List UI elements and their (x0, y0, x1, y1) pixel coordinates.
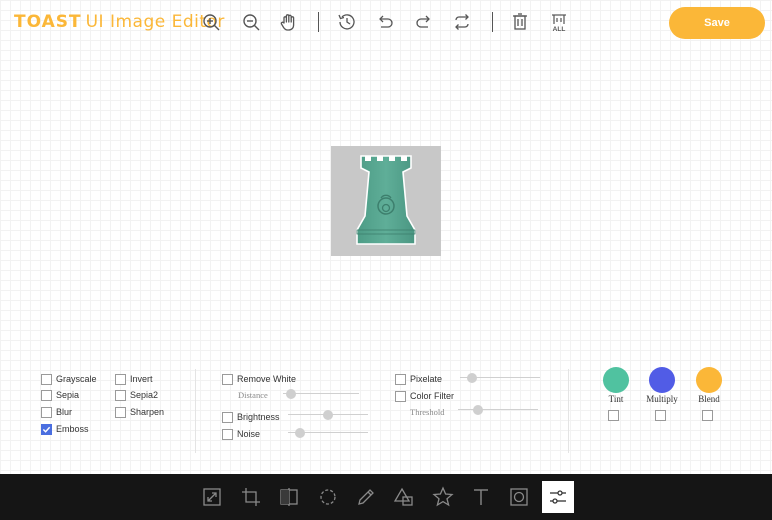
brightness-checkbox[interactable] (222, 411, 233, 423)
svg-text:ALL: ALL (553, 26, 566, 33)
blend-label: Blend (698, 394, 720, 404)
noise-slider[interactable] (288, 428, 368, 438)
slider-handle[interactable] (323, 410, 333, 420)
filter-grayscale[interactable]: Grayscale (41, 372, 97, 386)
slider-track (458, 409, 538, 410)
filter-brightness[interactable]: Brightness (222, 410, 280, 424)
filter-emboss[interactable]: Emboss (41, 422, 89, 436)
sharpen-label: Sharpen (130, 407, 165, 417)
distance-label: Distance (238, 390, 268, 400)
threshold-label: Threshold (410, 407, 445, 417)
pixelate-checkbox[interactable] (395, 373, 406, 385)
emboss-checkbox[interactable] (41, 423, 52, 435)
filter-sepia2[interactable]: Sepia2 (115, 388, 158, 402)
bottom-toolbar (0, 474, 772, 520)
blend-color-swatch[interactable] (696, 367, 722, 393)
hand-icon[interactable] (278, 11, 300, 33)
threshold-slider[interactable] (458, 405, 538, 415)
slider-handle[interactable] (295, 428, 305, 438)
app-logo: TOAST UI Image Editor (14, 12, 225, 32)
top-toolbar: TOAST UI Image Editor ALL Save (0, 0, 772, 46)
save-button[interactable]: Save (669, 7, 765, 39)
zoom-out-icon[interactable] (240, 11, 262, 33)
slider-handle[interactable] (473, 405, 483, 415)
crop-icon[interactable] (238, 484, 264, 510)
panel-divider (568, 369, 569, 453)
invert-checkbox[interactable] (115, 373, 126, 385)
toolbar-divider (318, 12, 319, 32)
filter-blur[interactable]: Blur (41, 405, 72, 419)
shape-icon[interactable] (391, 484, 417, 510)
text-icon[interactable] (468, 484, 494, 510)
slider-handle[interactable] (285, 389, 296, 399)
pixelate-slider[interactable] (460, 373, 540, 383)
rotate-icon[interactable] (315, 484, 341, 510)
slider-handle[interactable] (467, 373, 477, 383)
redo-icon[interactable] (413, 11, 435, 33)
canvas-image[interactable] (331, 146, 441, 256)
noise-label: Noise (237, 429, 261, 439)
logo-brand: TOAST (14, 12, 82, 32)
sepia-label: Sepia (56, 390, 80, 400)
reset-icon[interactable] (451, 11, 473, 33)
remove-white-checkbox[interactable] (222, 373, 233, 385)
filter-sepia[interactable]: Sepia (41, 388, 79, 402)
delete-icon[interactable] (509, 11, 531, 33)
distance-slider[interactable] (283, 389, 359, 399)
filter-remove-white[interactable]: Remove White (222, 372, 296, 386)
filter-icon[interactable] (542, 481, 574, 513)
grayscale-checkbox[interactable] (41, 373, 52, 385)
remove-white-label: Remove White (237, 374, 297, 384)
color-filter-checkbox[interactable] (395, 390, 406, 402)
zoom-in-icon[interactable] (200, 11, 222, 33)
draw-icon[interactable] (353, 484, 379, 510)
filter-sharpen[interactable]: Sharpen (115, 405, 164, 419)
brightness-label: Brightness (237, 412, 280, 422)
sharpen-checkbox[interactable] (115, 406, 126, 418)
noise-checkbox[interactable] (222, 428, 233, 440)
filter-pixelate[interactable]: Pixelate (395, 372, 442, 386)
sepia2-label: Sepia2 (130, 390, 159, 400)
sepia2-checkbox[interactable] (115, 389, 126, 401)
tint-color-swatch[interactable] (603, 367, 629, 393)
filter-noise[interactable]: Noise (222, 427, 260, 441)
filter-color-filter[interactable]: Color Filter (395, 389, 454, 403)
color-filter-label: Color Filter (410, 391, 455, 401)
icon-tool-icon[interactable] (430, 484, 456, 510)
mask-icon[interactable] (506, 484, 532, 510)
blur-label: Blur (56, 407, 73, 417)
multiply-color-swatch[interactable] (649, 367, 675, 393)
panel-divider (195, 369, 196, 453)
resize-icon[interactable] (199, 484, 225, 510)
check-icon (42, 426, 51, 433)
flip-icon[interactable] (276, 484, 302, 510)
toolbar-divider (492, 12, 493, 32)
tint-checkbox[interactable] (608, 410, 619, 421)
blend-checkbox[interactable] (702, 410, 713, 421)
grayscale-label: Grayscale (56, 374, 97, 384)
multiply-checkbox[interactable] (655, 410, 666, 421)
invert-label: Invert (130, 374, 153, 384)
filter-invert[interactable]: Invert (115, 372, 153, 386)
delete-all-icon[interactable]: ALL (548, 11, 570, 33)
sepia-checkbox[interactable] (41, 389, 52, 401)
emboss-label: Emboss (56, 424, 89, 434)
undo-icon[interactable] (374, 11, 396, 33)
brightness-slider[interactable] (288, 410, 368, 420)
blur-checkbox[interactable] (41, 406, 52, 418)
pixelate-label: Pixelate (410, 374, 443, 384)
history-icon[interactable] (336, 11, 358, 33)
